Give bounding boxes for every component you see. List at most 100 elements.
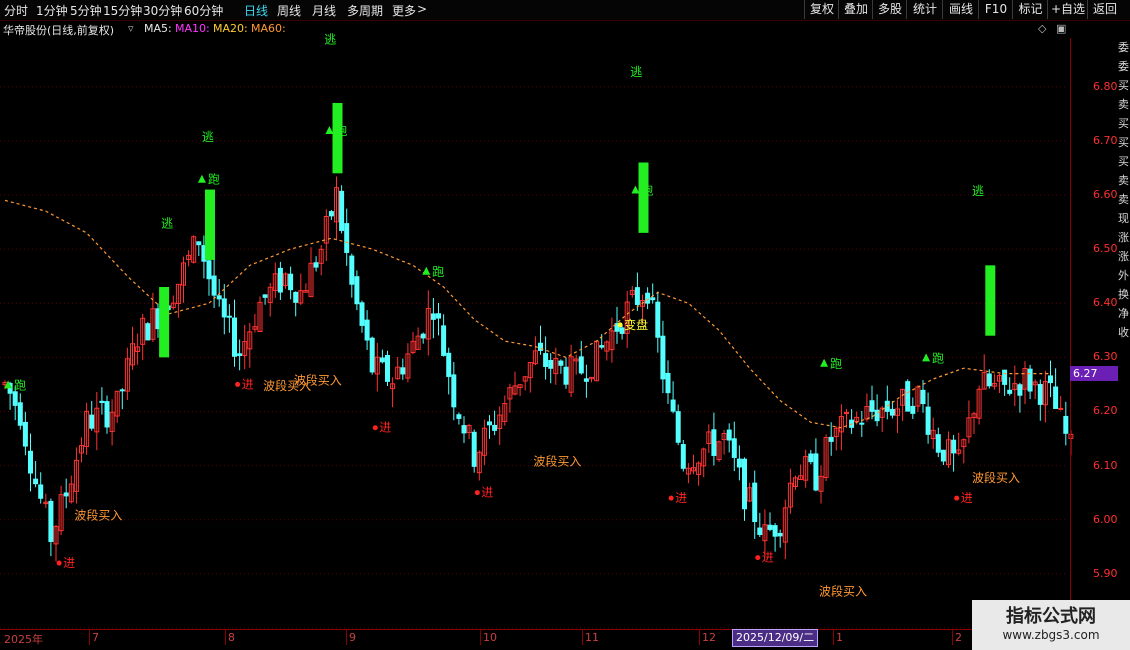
y-tick-label: 5.90 <box>1093 566 1118 580</box>
buy-dot-icon <box>235 381 241 387</box>
candle-body <box>313 262 319 268</box>
run-signal-label: 跑 <box>14 378 26 392</box>
candle-body <box>385 354 390 382</box>
candle-body <box>196 241 202 246</box>
y-tick-label: 6.00 <box>1093 512 1118 526</box>
x-tick-mark <box>582 629 583 645</box>
candle-body <box>583 378 589 382</box>
candle-body <box>742 458 747 510</box>
candle-body <box>22 421 28 447</box>
candle-body <box>1053 386 1059 409</box>
side-panel-glyph: 委 <box>1118 41 1129 54</box>
x-tick-mark <box>699 629 700 645</box>
escape-signal-bar <box>985 265 996 336</box>
x-tick-mark <box>225 629 226 645</box>
candle-body <box>757 527 763 535</box>
candle-body <box>288 273 294 291</box>
candle-body <box>1048 375 1053 384</box>
candle-body <box>344 223 350 253</box>
candlestick-chart: 跑逃跑逃跑逃跑跑逃跑跑逃进进进进进进进波段买入波段买入波段买入波段买入波段买入波… <box>0 32 1074 629</box>
candle-body <box>461 425 467 434</box>
candle-body <box>1037 383 1043 405</box>
escape-signal-bar <box>332 102 343 174</box>
side-panel-glyph: 收 <box>1118 326 1129 339</box>
candle-body <box>487 421 492 426</box>
candle-body <box>430 313 436 320</box>
candle-body <box>48 500 54 542</box>
side-panel-glyph: 现 <box>1118 212 1129 225</box>
candle-body <box>1017 384 1023 396</box>
candle-body <box>1063 415 1069 434</box>
wave-buy-label: 波段买入 <box>533 454 581 469</box>
watermark: 指标公式网 www.zbgs3.com <box>972 600 1130 650</box>
x-axis-label: 8 <box>228 631 235 644</box>
x-axis-label: 12 <box>702 631 716 644</box>
x-tick-mark <box>346 629 347 645</box>
candle-body <box>655 301 661 338</box>
candle-body <box>660 335 666 380</box>
candle-body <box>451 374 457 408</box>
candle-body <box>675 411 681 443</box>
escape-signal-label: 逃 <box>972 184 984 198</box>
x-axis-label: 7 <box>92 631 99 644</box>
wave-buy-label: 波段买入 <box>294 372 342 387</box>
candle-body <box>940 449 946 462</box>
candle-body <box>645 292 651 304</box>
candle-body <box>441 325 447 356</box>
candle-body <box>736 458 742 468</box>
date-cursor-label: 2025/12/09/二 <box>732 629 819 647</box>
x-axis-label: 2 <box>955 631 962 644</box>
candle-body <box>548 359 554 369</box>
candle-body <box>364 319 370 341</box>
change-plate-dot-icon <box>617 322 623 328</box>
candle-body <box>634 287 640 305</box>
candle-body <box>446 352 452 377</box>
candle-body <box>328 211 334 217</box>
escape-signal-label: 逃 <box>324 32 336 46</box>
x-axis-label: 10 <box>483 631 497 644</box>
candle-body <box>456 414 462 419</box>
buy-dot-icon <box>372 425 378 431</box>
escape-signal-label: 逃 <box>630 65 642 79</box>
side-panel-glyph: 卖 <box>1118 193 1129 206</box>
candle-body <box>889 408 895 416</box>
side-panel-glyph: 换 <box>1118 288 1129 301</box>
candle-body <box>752 482 758 523</box>
y-tick-label: 6.50 <box>1093 242 1118 256</box>
candle-body <box>232 317 237 357</box>
watermark-title: 指标公式网 <box>1006 606 1096 627</box>
x-tick-mark <box>480 629 481 645</box>
candle-body <box>211 275 217 296</box>
candle-body <box>379 357 385 363</box>
candle-body <box>951 439 957 454</box>
candle-body <box>262 294 268 298</box>
candle-body <box>339 190 345 231</box>
candle-body <box>711 429 717 456</box>
run-signal-label: 跑 <box>208 173 220 187</box>
current-price-tag: 6.27 <box>1070 365 1118 381</box>
candle-body <box>1007 389 1013 394</box>
candle-body <box>349 255 355 285</box>
candle-body <box>206 260 212 280</box>
candle-body <box>920 389 926 405</box>
escape-signal-label: 逃 <box>161 216 173 230</box>
x-axis-label: 9 <box>349 631 356 644</box>
escape-signal-bar <box>159 286 170 358</box>
candle-body <box>910 405 916 414</box>
y-tick-label: 6.30 <box>1093 350 1118 364</box>
candle-body <box>369 337 375 373</box>
side-panel-glyph: 外 <box>1118 269 1129 282</box>
side-panel-glyph: 涨 <box>1118 231 1129 244</box>
escape-signal-bar <box>205 189 215 260</box>
candle-body <box>1002 369 1008 385</box>
candle-body <box>670 399 676 412</box>
side-panel-edge: 委委买卖买买买卖卖现涨涨外换净收 <box>1118 38 1130 598</box>
candle-body <box>599 345 605 348</box>
run-signal-label: 跑 <box>830 357 842 371</box>
run-arrow-icon <box>820 358 829 367</box>
candle-body <box>293 291 299 303</box>
candle-body <box>277 267 283 293</box>
x-axis-label: 1 <box>836 631 843 644</box>
buy-signal-label: 进 <box>63 556 75 570</box>
candle-body <box>1058 407 1064 410</box>
